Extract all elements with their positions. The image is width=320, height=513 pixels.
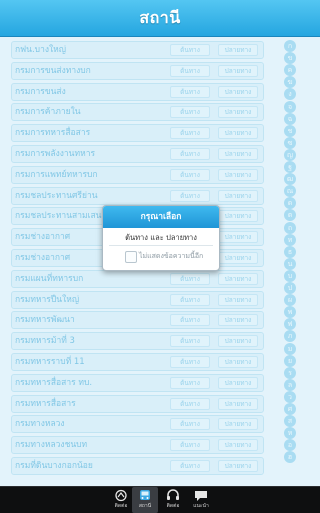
route-icon [115,489,127,502]
bottom-tab-bar: ติดต่อ สถานี ติดต่อ แนะนำ [0,486,320,513]
dont-show-again-checkbox[interactable] [125,251,137,263]
tab-recommend[interactable]: แนะนำ [188,487,214,513]
page-title: สถานี [139,8,181,27]
tab-contact-label: ติดต่อ [166,503,180,509]
tab-station[interactable]: สถานี [132,487,158,513]
bus-icon [140,490,150,500]
tab-contact[interactable]: ติดต่อ [160,487,186,513]
choose-dialog: กรุณาเลือก ต้นทาง และ ปลายทาง ไม่แสดงข้อ… [102,205,220,271]
tab-recommend-label: แนะนำ [193,503,209,509]
dont-show-again-row[interactable]: ไม่แสดงข้อความนี้อีก [109,250,213,266]
tab-station-label: สถานี [138,503,152,509]
chat-icon [195,491,207,501]
headset-icon [167,489,179,500]
tab-route-label: ติดต่อ [114,503,128,509]
tab-route[interactable]: ติดต่อ [108,487,134,513]
dialog-option-origin-destination[interactable]: ต้นทาง และ ปลายทาง [109,231,213,246]
dont-show-again-label: ไม่แสดงข้อความนี้อีก [139,252,204,260]
header-bar: สถานี [0,0,320,37]
dialog-title: กรุณาเลือก [103,206,219,228]
